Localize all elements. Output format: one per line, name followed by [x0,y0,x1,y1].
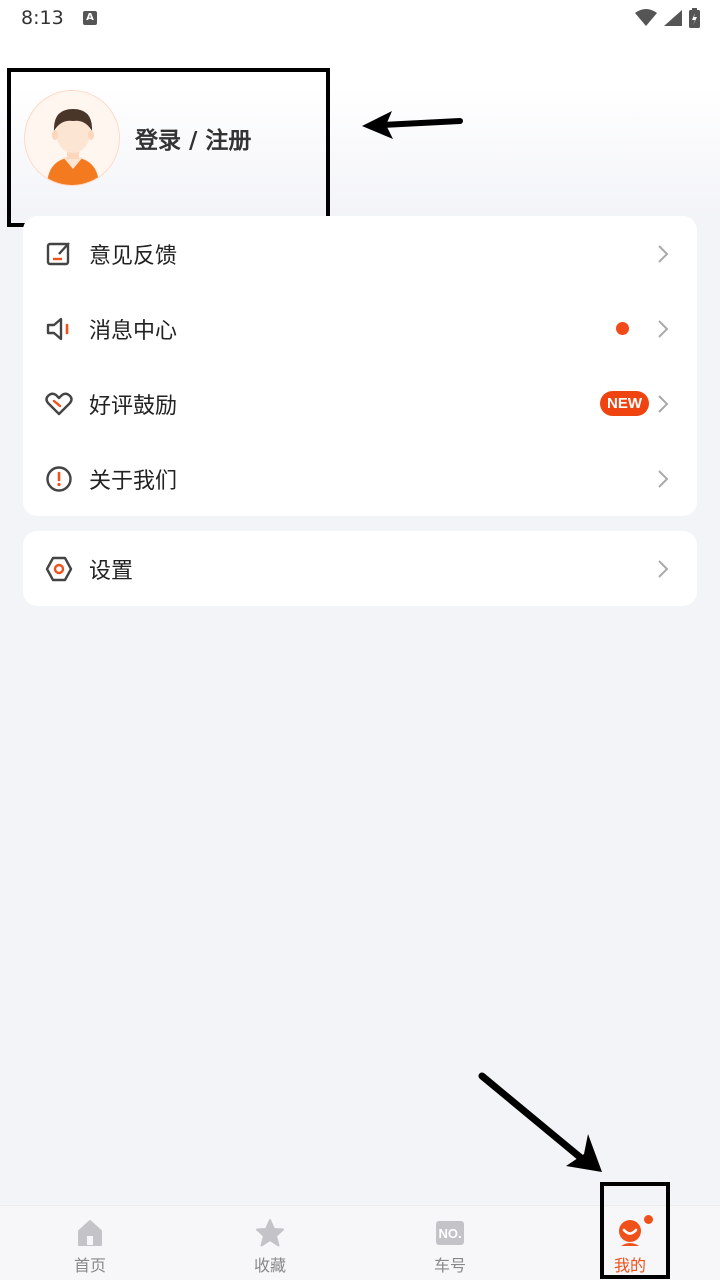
chevron-right-icon [658,320,669,338]
menu-item-about[interactable]: 关于我们 [23,441,697,516]
nav-tab-home[interactable]: 首页 [0,1206,180,1280]
annotation-box-mine [600,1182,670,1279]
chevron-right-icon [658,245,669,263]
chevron-right-icon [658,470,669,488]
speaker-icon [45,315,73,343]
settings-hex-icon [45,555,73,583]
plate-number-icon: NO. [434,1217,466,1249]
home-icon [74,1217,106,1249]
wifi-icon [635,9,657,26]
nav-tab-favorites[interactable]: 收藏 [180,1206,360,1280]
menu-item-messages[interactable]: 消息中心 [23,291,697,366]
menu-item-label: 意见反馈 [89,243,178,269]
cellular-signal-icon [664,10,682,26]
nav-tab-plate-number[interactable]: NO. 车号 [360,1206,540,1280]
menu-item-label: 设置 [89,558,134,584]
svg-text:NO.: NO. [438,1226,461,1241]
nav-label: 收藏 [253,1256,286,1275]
menu-card-main: 意见反馈 消息中心 好评鼓励 NEW 关于我们 [23,216,697,516]
heart-icon [45,390,73,418]
nav-label: 车号 [433,1256,466,1275]
menu-card-settings: 设置 [23,531,697,606]
notification-app-icon: A [83,11,97,25]
menu-item-label: 好评鼓励 [89,393,178,419]
battery-icon [689,8,700,28]
menu-item-settings[interactable]: 设置 [23,531,697,606]
annotation-box-profile [7,68,330,227]
status-time: 8:13 [21,7,64,29]
menu-item-label: 消息中心 [89,318,178,344]
nav-label: 首页 [73,1256,106,1275]
annotation-arrow-mine [478,1072,602,1172]
menu-item-feedback[interactable]: 意见反馈 [23,216,697,291]
menu-item-rate[interactable]: 好评鼓励 NEW [23,366,697,441]
chevron-right-icon [658,560,669,578]
star-icon [254,1217,286,1249]
status-icons [635,8,700,28]
info-exclamation-icon [45,465,73,493]
unread-dot [616,322,629,335]
chevron-right-icon [658,395,669,413]
new-badge: NEW [600,391,649,416]
menu-item-label: 关于我们 [89,468,178,494]
annotation-arrow-profile [362,111,463,139]
feedback-edit-icon [45,240,73,268]
status-bar: 8:13 A [0,0,720,38]
